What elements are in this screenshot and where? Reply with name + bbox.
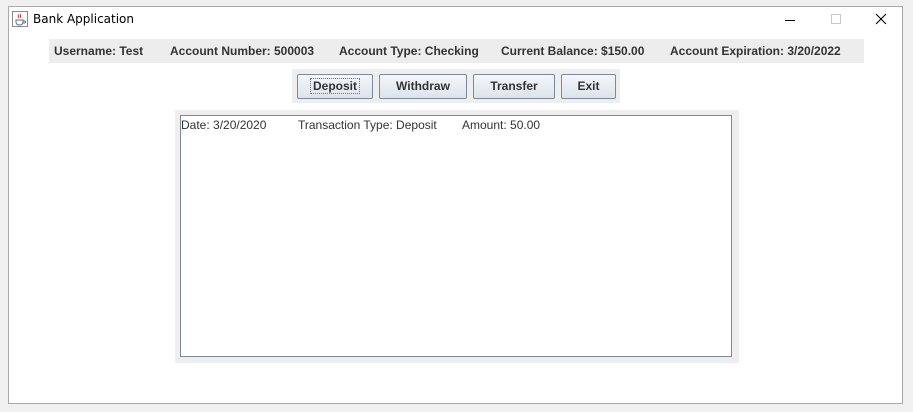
transaction-date: Date: 3/20/2020 — [181, 118, 267, 132]
minimize-button[interactable] — [767, 7, 813, 33]
java-cup-icon — [12, 11, 28, 27]
transaction-list[interactable]: Date: 3/20/2020 Transaction Type: Deposi… — [180, 115, 732, 357]
exit-button[interactable]: Exit — [561, 74, 616, 99]
account-info-bar: Username: Test Account Number: 500003 Ac… — [49, 39, 864, 63]
deposit-button-label: Deposit — [309, 78, 361, 94]
close-icon — [875, 13, 887, 25]
deposit-button[interactable]: Deposit — [297, 74, 373, 99]
account-type-label: Account Type: Checking — [339, 44, 479, 58]
transfer-button[interactable]: Transfer — [473, 74, 555, 99]
maximize-icon — [831, 14, 841, 24]
window-title: Bank Application — [33, 12, 135, 26]
withdraw-button-label: Withdraw — [396, 79, 450, 93]
minimize-icon — [785, 20, 795, 21]
close-button[interactable] — [858, 7, 904, 33]
account-expiration-label: Account Expiration: 3/20/2022 — [670, 44, 841, 58]
title-bar[interactable]: Bank Application — [9, 7, 902, 33]
exit-button-label: Exit — [577, 79, 600, 93]
maximize-button[interactable] — [813, 7, 859, 33]
transaction-list-panel: Date: 3/20/2020 Transaction Type: Deposi… — [175, 110, 739, 363]
withdraw-button[interactable]: Withdraw — [379, 74, 467, 99]
bank-application-window: Bank Application Username: Test Account … — [8, 6, 903, 404]
username-label: Username: Test — [54, 44, 144, 58]
action-button-panel: Deposit Withdraw Transfer Exit — [292, 69, 620, 103]
list-item[interactable]: Date: 3/20/2020 Transaction Type: Deposi… — [181, 118, 731, 132]
current-balance-label: Current Balance: $150.00 — [501, 44, 645, 58]
account-number-label: Account Number: 500003 — [170, 44, 315, 58]
transfer-button-label: Transfer — [490, 79, 538, 93]
transaction-amount: Amount: 50.00 — [462, 118, 541, 132]
transaction-type: Transaction Type: Deposit — [298, 118, 437, 132]
